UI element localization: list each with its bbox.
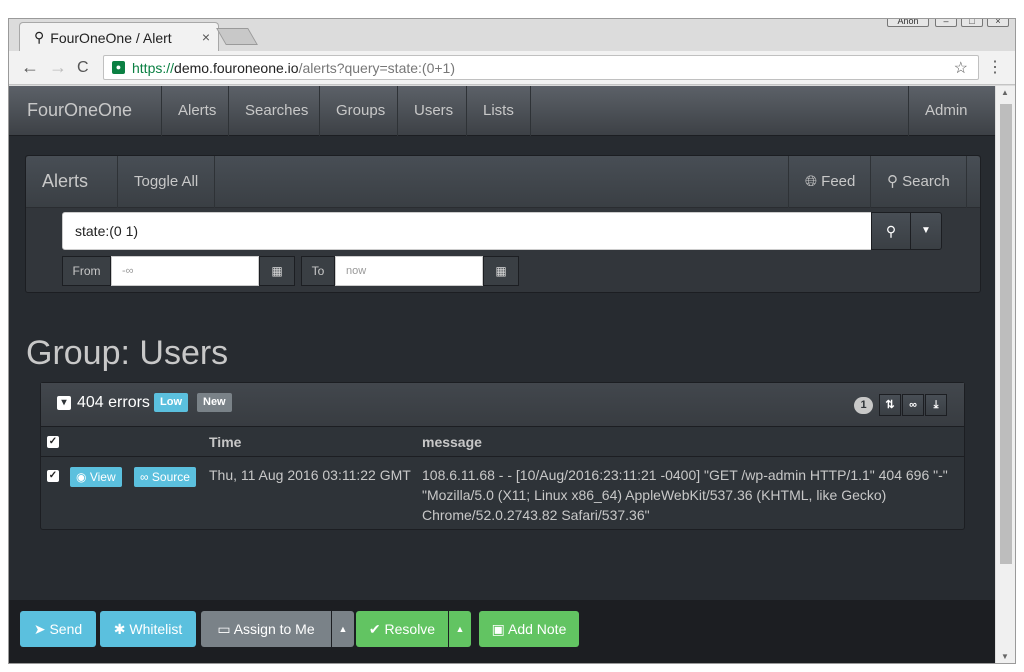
- nav-searches[interactable]: Searches: [228, 86, 324, 136]
- to-label: To: [301, 256, 335, 286]
- nav-alerts[interactable]: Alerts: [161, 86, 232, 136]
- table-header: ✓ Time message: [41, 427, 964, 457]
- from-label: From: [62, 256, 111, 286]
- reload-icon[interactable]: C: [77, 59, 89, 77]
- alert-name: 404 errors: [77, 394, 150, 411]
- alerts-panel: Alerts Toggle All 🌐︎ Feed ⚲ Search state…: [25, 155, 981, 293]
- download-icon[interactable]: ⤓: [925, 394, 947, 416]
- brand-logo[interactable]: FourOneOne: [27, 100, 132, 121]
- assign-button[interactable]: ▭ Assign to Me: [201, 611, 331, 647]
- lock-icon: ●: [112, 61, 125, 74]
- browser-menu-icon[interactable]: ⋮: [987, 57, 1003, 77]
- new-tab-button[interactable]: [216, 28, 258, 45]
- query-input[interactable]: state:(0 1): [62, 212, 872, 250]
- scrollbar-thumb[interactable]: [1000, 104, 1012, 564]
- link-icon: ∞: [140, 470, 152, 484]
- search-icon: ⚲: [887, 173, 903, 190]
- url-path: /alerts?query=state:(0+1): [298, 59, 455, 76]
- source-button[interactable]: ∞ Source: [134, 467, 196, 487]
- send-button[interactable]: ➤ Send: [20, 611, 96, 647]
- scroll-down-icon[interactable]: ▼: [1001, 652, 1009, 661]
- alerts-panel-header: Alerts Toggle All 🌐︎ Feed ⚲ Search: [26, 156, 980, 208]
- whitelist-label: Whitelist: [129, 621, 183, 637]
- feed-button[interactable]: 🌐︎ Feed: [788, 156, 871, 208]
- to-date-input[interactable]: now: [335, 256, 483, 286]
- row-message-line3: Chrome/52.0.2743.82 Safari/537.36": [422, 507, 650, 523]
- scroll-up-icon[interactable]: ▲: [1001, 88, 1009, 97]
- sort-icon[interactable]: ⇅: [879, 394, 901, 416]
- collapse-icon[interactable]: ▾: [57, 396, 71, 410]
- alert-title[interactable]: ▾ 404 errors: [57, 394, 150, 412]
- alerts-panel-title: Alerts: [42, 171, 89, 191]
- feed-label: Feed: [821, 173, 856, 190]
- link-icon[interactable]: ∞: [902, 394, 924, 416]
- tab-close-icon[interactable]: ×: [202, 29, 210, 45]
- page-scrollbar[interactable]: ▲ ▼: [995, 86, 1015, 663]
- nav-groups[interactable]: Groups: [319, 86, 401, 136]
- top-navbar: FourOneOne Alerts Searches Groups Users …: [9, 86, 995, 169]
- group-title: Group: Users: [26, 334, 229, 372]
- browser-tab[interactable]: ⚲ FourOneOne / Alert ×: [19, 22, 219, 52]
- window-user-badge: Anon: [887, 19, 929, 27]
- check-icon: ✔: [368, 621, 385, 637]
- col-time: Time: [209, 434, 242, 450]
- from-date-input[interactable]: -∞: [111, 256, 259, 286]
- to-calendar-icon[interactable]: ▦: [483, 256, 519, 286]
- row-checkbox[interactable]: ✓: [47, 470, 59, 482]
- tab-strip: ⚲ FourOneOne / Alert × Anon – □ ×: [9, 19, 1015, 52]
- col-message: message: [422, 434, 482, 450]
- asterisk-icon: ✱: [113, 621, 130, 637]
- maximize-icon[interactable]: □: [961, 19, 983, 27]
- row-message-line2: "Mozilla/5.0 (X11; Linux x86_64) AppleWe…: [422, 487, 887, 503]
- admin-dropdown[interactable]: Admin ▾: [908, 86, 995, 169]
- minimize-icon[interactable]: –: [935, 19, 957, 27]
- inbox-icon: ▭: [217, 621, 234, 637]
- resolve-caret-icon[interactable]: ▲: [449, 611, 471, 647]
- nav-users[interactable]: Users: [397, 86, 469, 136]
- priority-badge: Low: [154, 393, 188, 412]
- view-button[interactable]: ◉ View: [70, 467, 122, 487]
- action-bar: ➤ Send ✱ Whitelist ▭ Assign to Me ▲ ✔ Re…: [9, 600, 995, 663]
- window-close-icon[interactable]: ×: [987, 19, 1009, 27]
- browser-window: ⚲ FourOneOne / Alert × Anon – □ × ← → C …: [8, 18, 1016, 664]
- globe-icon: 🌐︎: [805, 173, 822, 190]
- assign-label: Assign to Me: [233, 621, 315, 637]
- query-caret-icon[interactable]: ▼: [910, 212, 942, 250]
- save-icon: ▣: [491, 621, 508, 637]
- nav-lists[interactable]: Lists: [466, 86, 531, 136]
- page-content: FourOneOne Alerts Searches Groups Users …: [9, 86, 995, 663]
- search-label: Search: [902, 173, 950, 190]
- send-icon: ➤: [33, 621, 50, 637]
- toggle-all-button[interactable]: Toggle All: [117, 156, 216, 208]
- address-bar[interactable]: ● https:// demo.fouroneone.io /alerts?qu…: [103, 55, 979, 80]
- view-label: View: [89, 470, 116, 484]
- assign-caret-icon[interactable]: ▲: [332, 611, 354, 647]
- select-all-checkbox[interactable]: ✓: [47, 436, 59, 448]
- address-toolbar: ← → C ● https:// demo.fouroneone.io /ale…: [9, 51, 1015, 85]
- source-label: Source: [151, 470, 190, 484]
- url-scheme: https://: [132, 59, 175, 76]
- add-note-label: Add Note: [507, 621, 567, 637]
- url-host: demo.fouroneone.io: [174, 59, 299, 76]
- send-label: Send: [49, 621, 83, 637]
- forward-icon[interactable]: →: [49, 57, 67, 78]
- status-badge: New: [197, 393, 232, 412]
- resolve-button[interactable]: ✔ Resolve: [356, 611, 448, 647]
- alert-group-box: ▾ 404 errors Low New 1 ⇅ ∞ ⤓ ✓ Time mess…: [40, 382, 965, 530]
- bookmark-star-icon[interactable]: ☆: [954, 58, 968, 78]
- whitelist-button[interactable]: ✱ Whitelist: [100, 611, 196, 647]
- count-badge: 1: [854, 397, 873, 414]
- add-note-button[interactable]: ▣ Add Note: [479, 611, 579, 647]
- row-message-line1: 108.6.11.68 - - [10/Aug/2016:23:11:21 -0…: [422, 467, 948, 483]
- query-search-icon[interactable]: ⚲: [871, 212, 911, 250]
- search-button[interactable]: ⚲ Search: [870, 156, 967, 208]
- eye-icon: ◉: [76, 470, 90, 484]
- tab-title: FourOneOne / Alert: [50, 29, 172, 46]
- alert-header: ▾ 404 errors Low New 1 ⇅ ∞ ⤓: [41, 383, 964, 427]
- back-icon[interactable]: ←: [21, 57, 39, 78]
- resolve-label: Resolve: [384, 621, 436, 637]
- from-calendar-icon[interactable]: ▦: [259, 256, 295, 286]
- row-time: Thu, 11 Aug 2016 03:11:22 GMT: [209, 467, 411, 483]
- user-icon: ⚲: [34, 29, 45, 45]
